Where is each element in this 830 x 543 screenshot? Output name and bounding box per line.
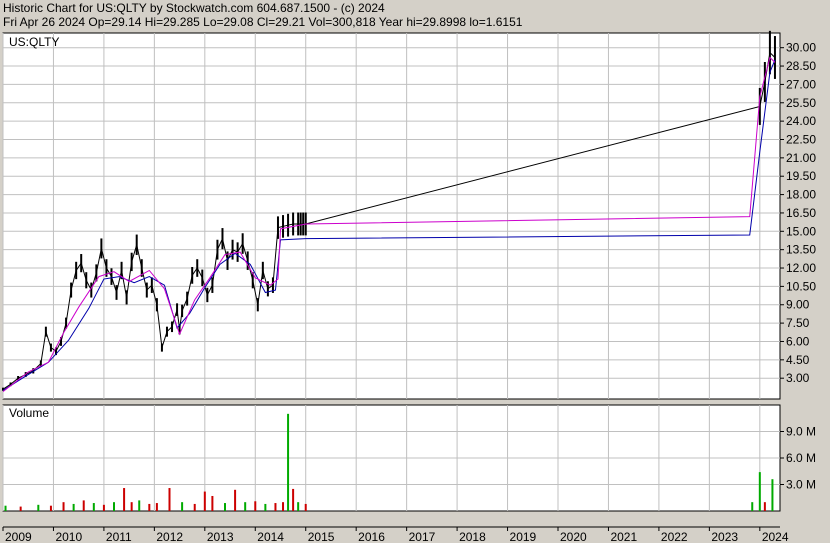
price-tick-label: 19.50 xyxy=(786,169,816,183)
volume-tick-label: 3.0 M xyxy=(786,478,816,492)
volume-bar xyxy=(92,503,95,511)
volume-bar xyxy=(130,502,133,511)
volume-bar xyxy=(287,413,290,511)
volume-bar xyxy=(193,503,196,511)
year-tick-label: 2015 xyxy=(308,530,335,543)
year-tick-label: 2019 xyxy=(510,530,537,543)
volume-bar xyxy=(102,504,105,511)
price-tick-label: 24.00 xyxy=(786,114,816,128)
year-tick-label: 2022 xyxy=(661,530,688,543)
price-tick-label: 7.50 xyxy=(786,316,810,330)
volume-bar xyxy=(37,504,40,511)
volume-bar xyxy=(113,502,115,511)
volume-bar xyxy=(211,495,214,511)
year-tick-label: 2014 xyxy=(257,530,284,543)
volume-bar xyxy=(4,505,7,511)
volume-bar xyxy=(297,502,300,511)
volume-bar xyxy=(234,489,237,511)
volume-bar xyxy=(148,503,151,511)
volume-bar xyxy=(751,502,754,511)
volume-axis: 9.0 M 6.0 M 3.0 M xyxy=(780,425,816,492)
price-tick-label: 6.00 xyxy=(786,334,810,348)
price-plot-area xyxy=(2,32,781,400)
volume-bar xyxy=(292,488,295,511)
price-tick-label: 25.50 xyxy=(786,96,816,110)
volume-bar xyxy=(254,501,257,511)
price-tick-label: 13.50 xyxy=(786,243,816,257)
volume-bar xyxy=(264,503,267,511)
year-tick-label: 2016 xyxy=(358,530,385,543)
price-tick-label: 3.00 xyxy=(786,371,810,385)
year-tick-label: 2009 xyxy=(5,530,32,543)
volume-bar xyxy=(19,506,22,511)
price-tick-label: 30.00 xyxy=(786,41,816,55)
price-tick-label: 22.50 xyxy=(786,132,816,146)
volume-bar xyxy=(72,503,75,511)
volume-bar xyxy=(304,503,307,511)
volume-bar xyxy=(203,491,206,511)
volume-tick-label: 9.0 M xyxy=(786,425,816,439)
year-tick-label: 2010 xyxy=(55,530,82,543)
volume-bar xyxy=(224,503,226,511)
price-tick-label: 21.00 xyxy=(786,151,816,165)
price-tick-label: 10.50 xyxy=(786,279,816,293)
year-tick-label: 2024 xyxy=(762,530,789,543)
volume-title: Volume xyxy=(9,406,49,420)
volume-panel: Volume 9.0 M 6.0 M 3.0 M xyxy=(2,404,816,512)
year-tick-label: 2012 xyxy=(156,530,183,543)
year-tick-label: 2011 xyxy=(106,530,132,543)
price-tick-label: 28.50 xyxy=(786,59,816,73)
price-tick-label: 9.00 xyxy=(786,298,810,312)
year-tick-label: 2023 xyxy=(711,530,738,543)
volume-bar xyxy=(138,500,141,511)
volume-bar xyxy=(282,502,285,511)
year-tick-label: 2021 xyxy=(610,530,637,543)
price-tick-label: 18.00 xyxy=(786,188,816,202)
volume-bar xyxy=(123,488,126,511)
volume-bar xyxy=(771,479,774,511)
volume-bar xyxy=(49,505,52,511)
volume-bar xyxy=(168,488,171,511)
volume-bar xyxy=(758,472,761,511)
volume-bar xyxy=(155,503,158,511)
volume-bar xyxy=(274,503,277,511)
price-tick-label: 4.50 xyxy=(786,353,810,367)
stock-chart: US:QLTY 30.00 28.50 27.00 25.50 24.00 22.50 21… xyxy=(2,30,816,543)
volume-bar xyxy=(181,502,184,511)
price-tick-label: 15.00 xyxy=(786,224,816,238)
price-tick-label: 16.50 xyxy=(786,206,816,220)
year-tick-label: 2020 xyxy=(560,530,587,543)
time-axis: 2009 2010 2011 2012 2013 2014 2015 2016 2017 2018… xyxy=(2,526,789,543)
year-tick-label: 2017 xyxy=(409,530,436,543)
price-tick-label: 12.00 xyxy=(786,261,816,275)
volume-bar xyxy=(244,502,247,511)
volume-bar xyxy=(62,502,65,511)
volume-bar xyxy=(82,500,85,511)
volume-tick-label: 6.0 M xyxy=(786,451,816,465)
price-panel: US:QLTY 30.00 28.50 27.00 25.50 24.00 22.50 21… xyxy=(2,30,816,400)
year-tick-label: 2018 xyxy=(459,530,486,543)
year-tick-label: 2013 xyxy=(207,530,234,543)
price-tick-label: 27.00 xyxy=(786,77,816,91)
symbol-label: US:QLTY xyxy=(9,35,59,49)
volume-bar xyxy=(763,502,766,511)
price-axis: 30.00 28.50 27.00 25.50 24.00 22.50 21.00 19.50… xyxy=(780,41,816,385)
